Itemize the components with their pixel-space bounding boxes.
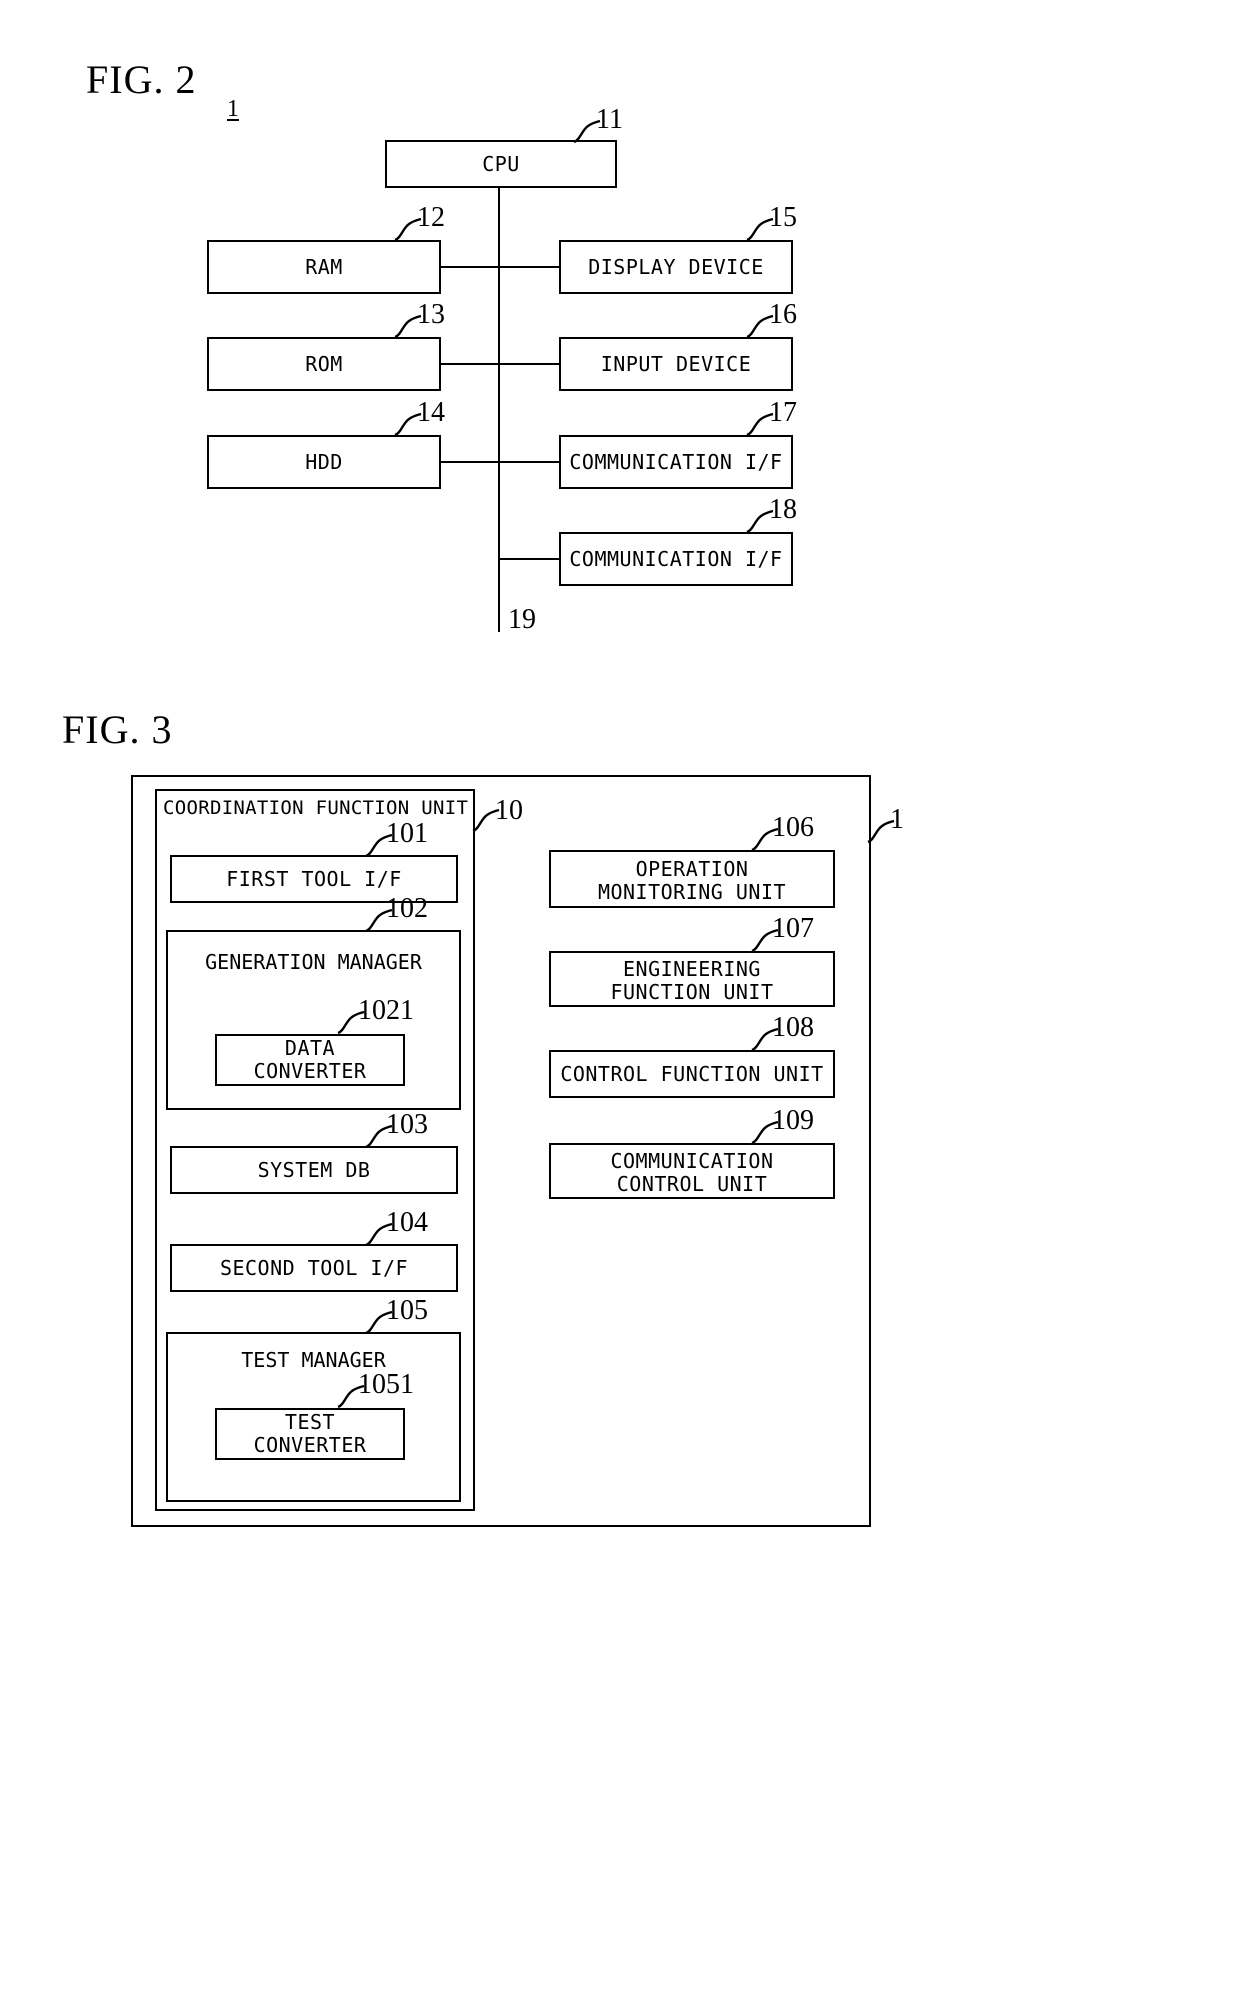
communication-control-unit-block: COMMUNICATION CONTROL UNIT (549, 1143, 835, 1199)
comm1-bus-connector (498, 461, 560, 463)
ref-numeral-17: 17 (769, 397, 797, 428)
communication-if-18-label: COMMUNICATION I/F (569, 546, 783, 571)
ref-numeral-102: 102 (386, 893, 428, 924)
generation-manager-label: GENERATION MANAGER (205, 950, 422, 974)
ref-numeral-105: 105 (386, 1295, 428, 1326)
external-bus-line (498, 558, 500, 632)
figure-2-title: FIG. 2 (86, 57, 197, 102)
ram-block: RAM (207, 240, 441, 294)
leader-hook-14 (393, 411, 422, 437)
system-db-block: SYSTEM DB (170, 1146, 458, 1194)
control-function-unit-block: CONTROL FUNCTION UNIT (549, 1050, 835, 1098)
test-converter-label: TEST CONVERTER (253, 1410, 367, 1457)
leader-hook-16 (745, 313, 774, 339)
hdd-label: HDD (305, 449, 343, 474)
ref-numeral-12: 12 (417, 202, 445, 233)
leader-hook-15 (745, 216, 774, 242)
leader-hook-11 (572, 118, 601, 144)
engineering-function-unit-block: ENGINEERING FUNCTION UNIT (549, 951, 835, 1007)
ram-bus-connector (440, 266, 500, 268)
ref-numeral-108: 108 (772, 1012, 814, 1043)
operation-monitoring-unit-block: OPERATION MONITORING UNIT (549, 850, 835, 908)
rom-label: ROM (305, 351, 343, 376)
input-bus-connector (498, 363, 560, 365)
figure-3-title: FIG. 3 (62, 707, 173, 752)
rom-bus-connector (440, 363, 500, 365)
cpu-label: CPU (482, 151, 520, 176)
rom-block: ROM (207, 337, 441, 391)
hdd-bus-connector (440, 461, 500, 463)
ref-numeral-104: 104 (386, 1207, 428, 1238)
ref-numeral-107: 107 (772, 913, 814, 944)
display-device-block: DISPLAY DEVICE (559, 240, 793, 294)
leader-hook-10 (471, 807, 500, 833)
ref-numeral-18: 18 (769, 494, 797, 525)
ref-numeral-1021: 1021 (358, 995, 414, 1026)
ref-numeral-103: 103 (386, 1109, 428, 1140)
input-device-label: INPUT DEVICE (600, 351, 752, 376)
test-manager-label: TEST MANAGER (241, 1348, 386, 1372)
second-tool-if-block: SECOND TOOL I/F (170, 1244, 458, 1292)
data-converter-block: DATA CONVERTER (215, 1034, 405, 1086)
ref-numeral-14: 14 (417, 397, 445, 428)
data-converter-label: DATA CONVERTER (253, 1036, 367, 1083)
communication-if-17-block: COMMUNICATION I/F (559, 435, 793, 489)
communication-control-unit-label-line2: CONTROL UNIT (616, 1172, 768, 1196)
engineering-function-unit-label-line2: FUNCTION UNIT (610, 980, 774, 1004)
ref-numeral-16: 16 (769, 299, 797, 330)
display-device-label: DISPLAY DEVICE (588, 254, 764, 279)
ref-numeral-19: 19 (508, 604, 536, 635)
comm2-bus-connector (498, 558, 560, 560)
leader-hook-18 (745, 508, 774, 534)
ref-numeral-15: 15 (769, 202, 797, 233)
ref-numeral-1051: 1051 (358, 1369, 414, 1400)
communication-control-unit-label-line1: COMMUNICATION (610, 1149, 774, 1173)
ref-numeral-11: 11 (596, 104, 623, 135)
operation-monitoring-unit-label-line1: OPERATION (635, 857, 749, 881)
input-device-block: INPUT DEVICE (559, 337, 793, 391)
display-bus-connector (498, 266, 560, 268)
second-tool-if-label: SECOND TOOL I/F (219, 1255, 409, 1280)
system-db-label: SYSTEM DB (257, 1157, 371, 1182)
communication-if-18-block: COMMUNICATION I/F (559, 532, 793, 586)
operation-monitoring-unit-label-line2: MONITORING UNIT (597, 880, 787, 904)
ref-numeral-1: 1 (890, 804, 904, 835)
leader-hook-13 (393, 313, 422, 339)
ram-label: RAM (305, 254, 343, 279)
cpu-block: CPU (385, 140, 617, 188)
hdd-block: HDD (207, 435, 441, 489)
patent-figure-page: FIG. 2 1 CPU RAM ROM HDD DISPLAY DEVICE … (0, 0, 1240, 2008)
figure-2-subscript: 1 (227, 96, 239, 122)
ref-numeral-106: 106 (772, 812, 814, 843)
ref-numeral-101: 101 (386, 818, 428, 849)
first-tool-if-label: FIRST TOOL I/F (226, 866, 402, 891)
control-function-unit-label: CONTROL FUNCTION UNIT (560, 1061, 824, 1086)
test-converter-block: TEST CONVERTER (215, 1408, 405, 1460)
ref-numeral-10: 10 (495, 795, 523, 826)
leader-hook-1 (866, 818, 895, 844)
leader-hook-17 (745, 411, 774, 437)
leader-hook-12 (393, 216, 422, 242)
ref-numeral-13: 13 (417, 299, 445, 330)
communication-if-17-label: COMMUNICATION I/F (569, 449, 783, 474)
ref-numeral-109: 109 (772, 1105, 814, 1136)
engineering-function-unit-label-line1: ENGINEERING (623, 957, 761, 981)
